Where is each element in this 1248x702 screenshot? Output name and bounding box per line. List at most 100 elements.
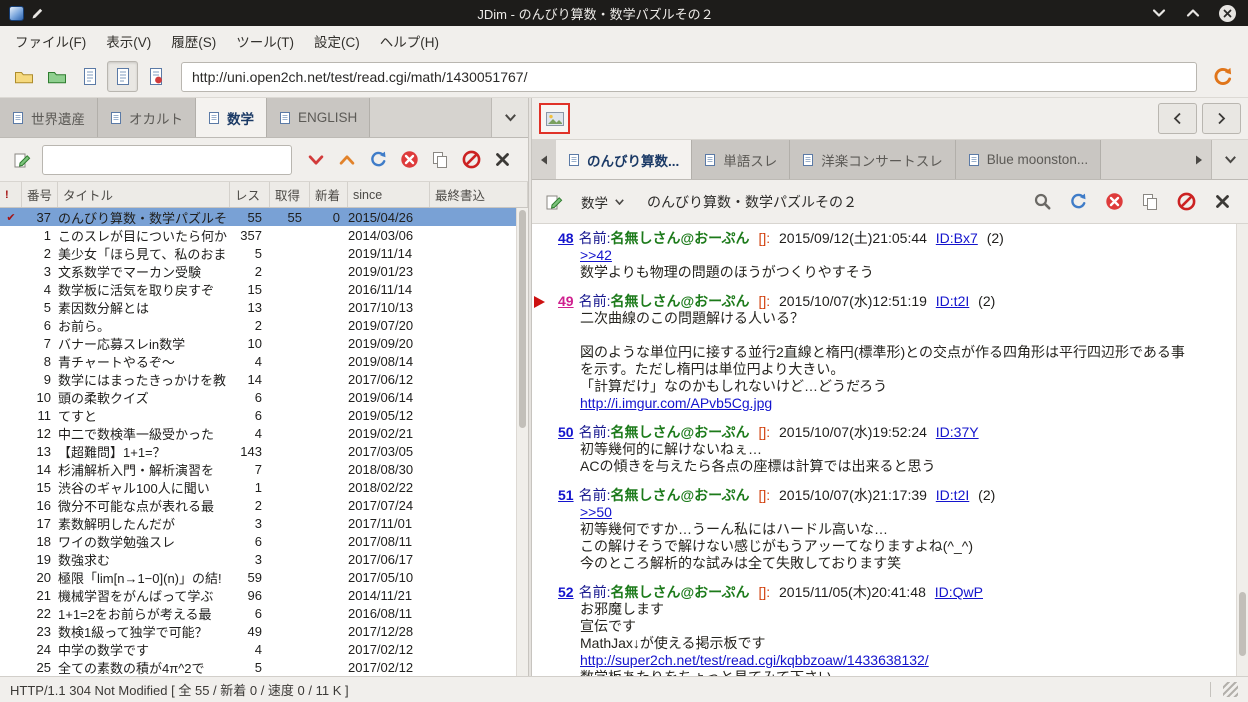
poster-name[interactable]: 名無しさん@おーぷん <box>610 230 749 246</box>
poster-name[interactable]: 名無しさん@おーぷん <box>610 424 749 440</box>
stop-load-button[interactable] <box>1102 190 1126 214</box>
thread-scrollbar[interactable] <box>1236 224 1248 676</box>
reload-thread-button[interactable] <box>1066 190 1090 214</box>
col-header-mark[interactable]: ! <box>0 182 22 207</box>
poster-id[interactable]: ID:37Y <box>936 424 979 440</box>
next-view-button[interactable] <box>1202 103 1241 134</box>
thread-row[interactable]: 18 ワイの数学勉強スレ 6 2017/08/11 <box>0 532 516 550</box>
boards-sidebar-button[interactable] <box>8 61 39 92</box>
stop-button[interactable] <box>397 148 421 172</box>
thread-list-scrollbar[interactable] <box>516 208 528 676</box>
menu-item[interactable]: 履歴(S) <box>161 26 226 56</box>
menu-item[interactable]: ファイル(F) <box>5 26 96 56</box>
prev-view-button[interactable] <box>1158 103 1197 134</box>
thread-row[interactable]: 12 中二で数検準一級受かった 4 2019/02/21 <box>0 424 516 442</box>
menu-item[interactable]: ツール(T) <box>226 26 304 56</box>
thread-tab[interactable]: のんびり算数... <box>556 140 693 179</box>
thread-view-button[interactable] <box>107 61 138 92</box>
close-tab-button[interactable] <box>490 148 514 172</box>
search-next-button[interactable] <box>304 148 328 172</box>
menu-item[interactable]: 表示(V) <box>96 26 161 56</box>
thread-tab[interactable]: Blue moonston... <box>955 140 1102 179</box>
favorites-sidebar-button[interactable] <box>41 61 72 92</box>
thread-row[interactable]: ✔ 37 のんびり算数・数学パズルそ 55 55 0 2015/04/26 <box>0 208 516 226</box>
copy-url-button[interactable] <box>428 148 452 172</box>
scrollbar-thumb[interactable] <box>519 210 526 428</box>
minimize-button[interactable] <box>1147 1 1171 25</box>
post-link[interactable]: http://super2ch.net/test/read.cgi/kqbbzo… <box>580 652 929 668</box>
close-thread-tab-button[interactable] <box>1210 190 1234 214</box>
copy-thread-url-button[interactable] <box>1138 190 1162 214</box>
thread-row[interactable]: 3 文系数学でマーカン受験 2 2019/01/23 <box>0 262 516 280</box>
post-number[interactable]: 49 <box>558 293 574 309</box>
poster-id[interactable]: ID:t2I <box>936 293 969 309</box>
thread-row[interactable]: 14 杉浦解析入門・解析演習を 7 2018/08/30 <box>0 460 516 478</box>
post-link[interactable]: >>50 <box>580 504 612 520</box>
poster-id[interactable]: ID:Bx7 <box>936 230 978 246</box>
thread-row[interactable]: 8 青チャートやるぞ〜 4 2019/08/14 <box>0 352 516 370</box>
reload-list-button[interactable] <box>366 148 390 172</box>
post-number[interactable]: 48 <box>558 230 574 246</box>
thread-tab[interactable]: 洋楽コンサートスレ <box>790 140 956 179</box>
scroll-tabs-right-button[interactable] <box>1187 140 1211 179</box>
url-input[interactable] <box>181 61 1197 92</box>
board-tab[interactable]: 世界遺産 <box>0 98 98 137</box>
board-tab[interactable]: ENGLISH <box>267 98 371 137</box>
thread-row[interactable]: 19 数強求む 3 2017/06/17 <box>0 550 516 568</box>
poster-name[interactable]: 名無しさん@おーぷん <box>610 293 749 309</box>
delete-log-button[interactable] <box>459 148 483 172</box>
col-header-new[interactable]: 新着 <box>310 182 348 207</box>
poster-id[interactable]: ID:QwP <box>935 584 983 600</box>
thread-row[interactable]: 22 1+1=2をお前らが考える最 6 2016/08/11 <box>0 604 516 622</box>
thread-row[interactable]: 1 このスレが目についたら何か 357 2014/03/06 <box>0 226 516 244</box>
poster-name[interactable]: 名無しさん@おーぷん <box>610 584 749 600</box>
col-header-res[interactable]: レス <box>230 182 270 207</box>
menu-item[interactable]: 設定(C) <box>304 26 370 56</box>
board-tab[interactable]: 数学 <box>196 98 267 137</box>
thread-tab-list-button[interactable] <box>1211 140 1248 179</box>
thread-row[interactable]: 13 【超難問】1+1=？ 143 2017/03/05 <box>0 442 516 460</box>
thread-row[interactable]: 24 中学の数学です 4 2017/02/12 <box>0 640 516 658</box>
image-tab-thumbnail[interactable] <box>539 103 570 134</box>
thread-row[interactable]: 5 素因数分解とは 13 2017/10/13 <box>0 298 516 316</box>
col-header-last-write[interactable]: 最終書込 <box>430 182 528 207</box>
post-link[interactable]: http://i.imgur.com/APvb5Cg.jpg <box>580 395 772 411</box>
thread-row[interactable]: 9 数学にはまったきっかけを教 14 2017/06/12 <box>0 370 516 388</box>
menu-item[interactable]: ヘルプ(H) <box>370 26 449 56</box>
scroll-tabs-left-button[interactable] <box>532 140 556 179</box>
image-view-button[interactable] <box>140 61 171 92</box>
reload-url-button[interactable] <box>1207 61 1238 92</box>
thread-row[interactable]: 2 美少女「ほら見て、私のおま 5 2019/11/14 <box>0 244 516 262</box>
resize-grip[interactable] <box>1223 682 1238 697</box>
poster-name[interactable]: 名無しさん@おーぷん <box>610 487 749 503</box>
thread-row[interactable]: 20 極限「lim[n→1−0](n)」の結! 59 2017/05/10 <box>0 568 516 586</box>
board-tab[interactable]: オカルト <box>98 98 196 137</box>
thread-row[interactable]: 16 微分不可能な点が表れる最 2 2017/07/24 <box>0 496 516 514</box>
thread-row[interactable]: 10 頭の柔軟クイズ 6 2019/06/14 <box>0 388 516 406</box>
scrollbar-thumb[interactable] <box>1239 592 1246 656</box>
thread-tab[interactable]: 単語スレ <box>692 140 791 179</box>
post-link[interactable]: >>42 <box>580 247 612 263</box>
thread-row[interactable]: 23 数検1級って独学で可能？ 49 2017/12/28 <box>0 622 516 640</box>
search-prev-button[interactable] <box>335 148 359 172</box>
thread-row[interactable]: 17 素数解明したんだが 3 2017/11/01 <box>0 514 516 532</box>
col-header-title[interactable]: タイトル <box>58 182 230 207</box>
post-number[interactable]: 51 <box>558 487 574 503</box>
thread-search-input[interactable] <box>42 144 292 175</box>
col-header-number[interactable]: 番号 <box>22 182 58 207</box>
col-header-since[interactable]: since <box>348 182 430 207</box>
new-thread-button[interactable] <box>10 148 34 172</box>
post-number[interactable]: 50 <box>558 424 574 440</box>
thread-row[interactable]: 7 バナー応募スレin数学 10 2019/09/20 <box>0 334 516 352</box>
board-tab-list-button[interactable] <box>491 98 528 137</box>
thread-row[interactable]: 6 お前ら。 2 2019/07/20 <box>0 316 516 334</box>
search-in-thread-button[interactable] <box>1030 190 1054 214</box>
col-header-got[interactable]: 取得 <box>270 182 310 207</box>
thread-row[interactable]: 21 機械学習をがんばって学ぶ 96 2014/11/21 <box>0 586 516 604</box>
thread-row[interactable]: 11 てすと 6 2019/05/12 <box>0 406 516 424</box>
post-number[interactable]: 52 <box>558 584 574 600</box>
thread-list-view-button[interactable] <box>74 61 105 92</box>
maximize-button[interactable] <box>1181 1 1205 25</box>
delete-thread-log-button[interactable] <box>1174 190 1198 214</box>
thread-row[interactable]: 25 全ての素数の積が4π^2で 5 2017/02/12 <box>0 658 516 676</box>
